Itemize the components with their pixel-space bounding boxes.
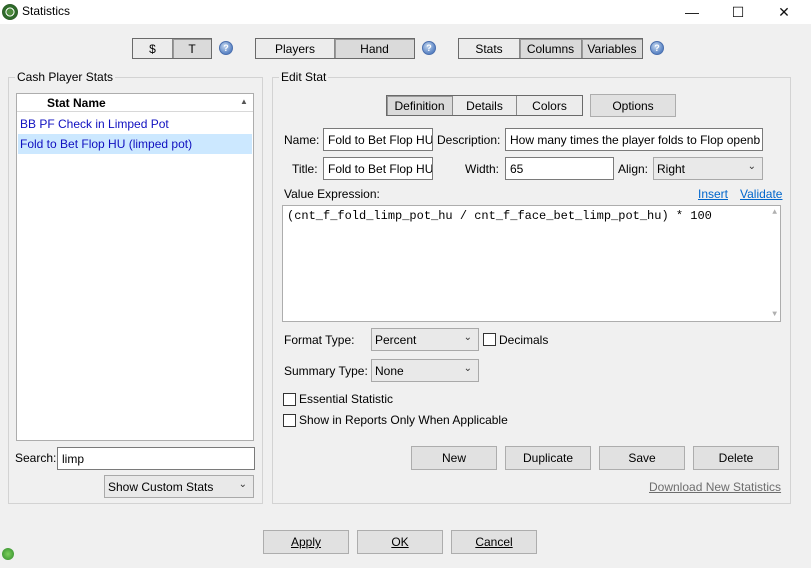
edit-stat-tabs: Definition Details Colors bbox=[386, 95, 583, 116]
status-ok-icon bbox=[2, 548, 14, 560]
title-bar: Statistics — ☐ ✕ bbox=[0, 0, 811, 24]
stat-filter-value: Show Custom Stats bbox=[108, 479, 214, 494]
help-icon[interactable]: ? bbox=[422, 41, 436, 55]
duplicate-button[interactable]: Duplicate bbox=[505, 446, 591, 470]
description-field[interactable]: How many times the player folds to Flop … bbox=[505, 128, 763, 151]
title-label: Title: bbox=[292, 162, 318, 176]
width-field[interactable]: 65 bbox=[505, 157, 614, 180]
ok-button[interactable]: OK bbox=[357, 530, 443, 554]
columns-toggle-button[interactable]: Columns bbox=[520, 39, 582, 58]
stats-toggle-button[interactable]: Stats bbox=[459, 39, 520, 58]
format-type-value: Percent bbox=[375, 332, 417, 347]
list-item[interactable]: Fold to Bet Flop HU (limped pot) bbox=[18, 134, 252, 154]
title-field[interactable]: Fold to Bet Flop HU bbox=[323, 157, 433, 180]
insert-link[interactable]: Insert bbox=[698, 187, 728, 201]
tab-details[interactable]: Details bbox=[453, 96, 517, 115]
align-value: Right bbox=[657, 161, 686, 176]
apply-button[interactable]: Apply bbox=[263, 530, 349, 554]
reports-only-checkbox[interactable] bbox=[283, 414, 296, 427]
validate-link[interactable]: Validate bbox=[740, 187, 782, 201]
chevron-down-icon: ⌄ bbox=[463, 332, 472, 343]
sort-ascending-icon: ▲ bbox=[240, 97, 248, 106]
scroll-up-icon[interactable]: ▲ bbox=[772, 208, 777, 217]
essential-statistic-label: Essential Statistic bbox=[299, 392, 394, 406]
stat-list[interactable]: Stat Name ▲ BB PF Check in Limped Pot Fo… bbox=[16, 93, 254, 441]
search-input[interactable]: limp bbox=[57, 447, 255, 470]
stat-filter-select[interactable]: Show Custom Stats ⌄ bbox=[104, 475, 254, 498]
help-icon[interactable]: ? bbox=[219, 41, 233, 55]
description-label: Description: bbox=[437, 133, 501, 147]
format-type-label: Format Type: bbox=[284, 333, 355, 347]
download-statistics-link[interactable]: Download New Statistics bbox=[649, 480, 781, 494]
delete-button[interactable]: Delete bbox=[693, 446, 779, 470]
width-label: Width: bbox=[465, 162, 500, 176]
window-title: Statistics bbox=[22, 4, 71, 18]
chevron-down-icon: ⌄ bbox=[463, 363, 472, 374]
chevron-down-icon: ⌄ bbox=[238, 479, 247, 490]
view-toggle: Players Hand bbox=[255, 38, 415, 59]
dollar-toggle-button[interactable]: $ bbox=[133, 39, 173, 58]
players-toggle-button[interactable]: Players bbox=[256, 39, 335, 58]
scroll-down-icon[interactable]: ▼ bbox=[772, 310, 777, 319]
variables-toggle-button[interactable]: Variables bbox=[582, 39, 642, 58]
align-select[interactable]: Right ⌄ bbox=[653, 157, 763, 180]
cancel-button[interactable]: Cancel bbox=[451, 530, 537, 554]
minimize-button[interactable]: — bbox=[672, 0, 712, 24]
help-icon[interactable]: ? bbox=[650, 41, 664, 55]
chevron-down-icon: ⌄ bbox=[747, 161, 756, 172]
expression-text: (cnt_f_fold_limp_pot_hu / cnt_f_face_bet… bbox=[287, 209, 712, 223]
stat-name-header-label: Stat Name bbox=[47, 96, 106, 110]
value-expression-editor[interactable]: (cnt_f_fold_limp_pot_hu / cnt_f_face_bet… bbox=[282, 205, 781, 322]
stat-name-column-header[interactable]: Stat Name ▲ bbox=[17, 94, 253, 112]
summary-type-label: Summary Type: bbox=[284, 364, 368, 378]
search-label: Search: bbox=[15, 451, 57, 465]
close-button[interactable]: ✕ bbox=[764, 0, 804, 24]
cash-player-stats-title: Cash Player Stats bbox=[15, 70, 116, 84]
options-button[interactable]: Options bbox=[590, 94, 676, 117]
decimals-label: Decimals bbox=[499, 333, 549, 347]
save-button[interactable]: Save bbox=[599, 446, 685, 470]
essential-statistic-checkbox[interactable] bbox=[283, 393, 296, 406]
reports-only-label: Show in Reports Only When Applicable bbox=[299, 413, 508, 427]
decimals-checkbox[interactable] bbox=[483, 333, 496, 346]
name-field[interactable]: Fold to Bet Flop HU bbox=[323, 128, 433, 151]
summary-type-value: None bbox=[375, 363, 404, 378]
list-item[interactable]: BB PF Check in Limped Pot bbox=[18, 114, 252, 134]
tab-colors[interactable]: Colors bbox=[517, 96, 582, 115]
name-label: Name: bbox=[284, 133, 320, 147]
hand-toggle-button[interactable]: Hand bbox=[335, 39, 414, 58]
new-button[interactable]: New bbox=[411, 446, 497, 470]
app-logo-icon bbox=[2, 4, 18, 20]
align-label: Align: bbox=[618, 162, 649, 176]
summary-type-select[interactable]: None ⌄ bbox=[371, 359, 479, 382]
edit-stat-title: Edit Stat bbox=[279, 70, 329, 84]
tab-definition[interactable]: Definition bbox=[387, 96, 453, 115]
value-expression-label: Value Expression: bbox=[284, 187, 380, 201]
maximize-button[interactable]: ☐ bbox=[718, 0, 758, 24]
format-type-select[interactable]: Percent ⌄ bbox=[371, 328, 479, 351]
section-toggle: Stats Columns Variables bbox=[458, 38, 643, 59]
currency-toggle: $ T bbox=[132, 38, 212, 59]
tournament-toggle-button[interactable]: T bbox=[173, 39, 211, 58]
